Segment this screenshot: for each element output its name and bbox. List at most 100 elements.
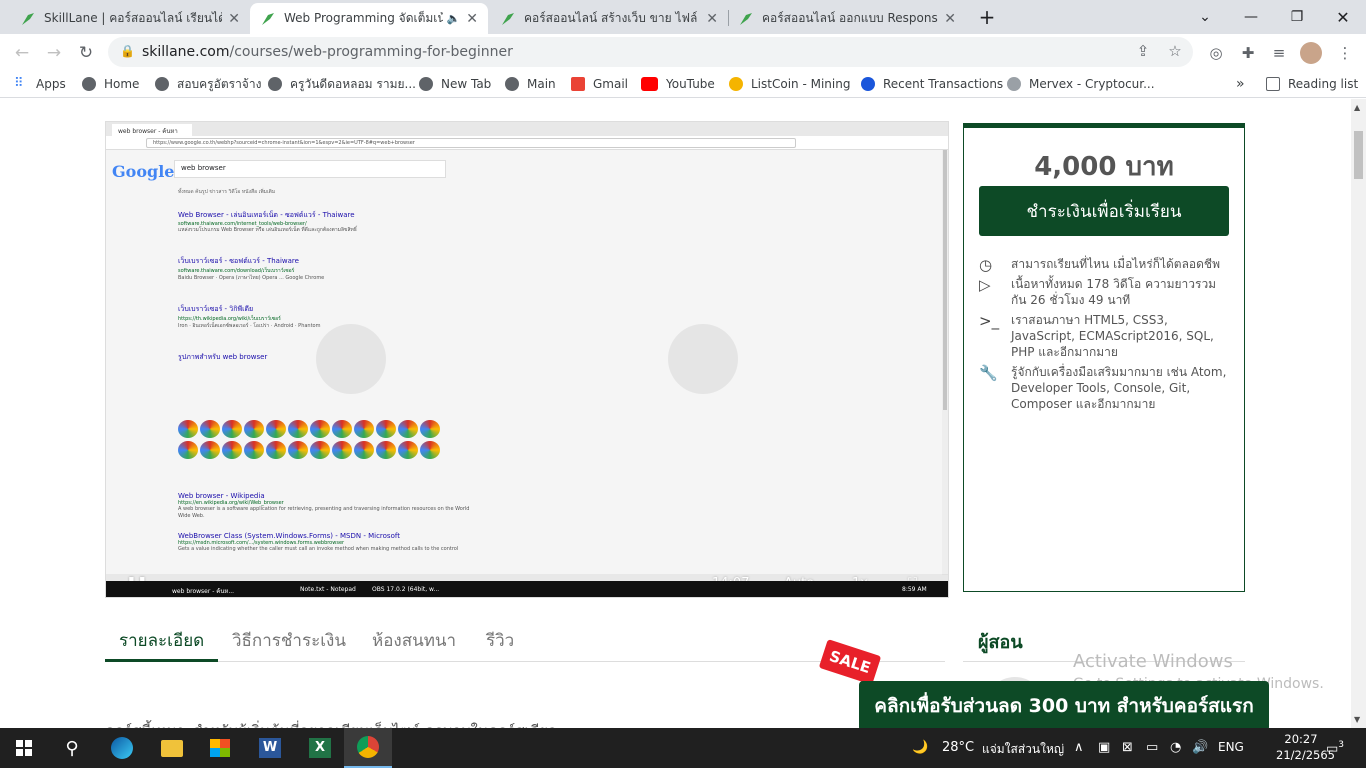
tab-close-icon[interactable]: ✕ [944,11,956,27]
excel-icon[interactable]: X [296,728,344,768]
video-inner-url: https://www.google.co.th/webhp?sourceid=… [146,138,796,148]
tab-title: SkillLane | คอร์สออนไลน์ เรียนได้ทุกที่ [44,11,223,25]
youtube-icon [641,77,658,91]
browser-tabstrip: SkillLane | คอร์สออนไลน์ เรียนได้ทุกที่ … [0,0,1366,34]
tray-security-icon[interactable]: ⊠ [1122,740,1133,755]
chrome-taskbar-icon[interactable] [344,728,392,768]
terminal-icon: >_ [979,312,1000,330]
tab-course-responsive[interactable]: คอร์สออนไลน์ ออกแบบ Responsive W ✕ [728,3,966,34]
speaker-icon[interactable]: 🔈 [447,12,461,25]
volume-icon[interactable]: 🔊 [1192,740,1208,755]
tab-title: คอร์สออนไลน์ สร้างเว็บ ขาย ไฟล์ ออนไ [524,11,700,25]
clock-icon: ◷ [979,256,993,274]
start-button[interactable] [0,728,48,768]
minimize-button[interactable]: — [1228,0,1274,34]
bookmark-gmail[interactable]: Gmail [571,75,628,93]
forward-overlay-icon[interactable] [668,324,738,394]
tab-discussion[interactable]: ห้องสนทนา [372,627,456,654]
bookmark-recent-transactions[interactable]: Recent Transactions [861,75,1003,93]
listcoin-icon [729,77,743,91]
scroll-down-icon[interactable]: ▼ [1354,715,1360,724]
promo-discount-button[interactable]: คลิกเพื่อรับส่วนลด 300 บาท สำหรับคอร์สแร… [859,681,1269,728]
browser-logos-images [178,420,444,460]
page-scrollbar[interactable]: ▲ ▼ [1351,99,1366,728]
play-icon: ▷ [979,276,991,294]
wifi-icon[interactable]: ◔ [1170,740,1181,755]
tab-payment-method[interactable]: วิธีการชำระเงิน [232,627,346,654]
reading-list-icon [1266,77,1280,91]
bookmark-home[interactable]: Home [82,75,139,93]
tab-title: คอร์สออนไลน์ ออกแบบ Responsive W [762,11,938,25]
bookmark-youtube[interactable]: YouTube [641,75,715,93]
battery-icon[interactable]: ▭ [1146,740,1158,755]
tab-title: Web Programming จัดเต็มเน้น [284,11,443,25]
bookmark-star-icon[interactable]: ☆ [1164,40,1186,62]
tray-chevron-icon[interactable]: ∧ [1074,740,1084,755]
pay-to-start-button[interactable]: ชำระเงินเพื่อเริ่มเรียน [979,186,1229,236]
globe-icon [505,77,519,91]
scroll-up-icon[interactable]: ▲ [1354,103,1360,112]
active-tab-indicator [105,659,218,662]
close-window-button[interactable]: ✕ [1320,0,1366,34]
skilllane-favicon-icon [262,12,274,25]
feature-item: ◷ สามารถเรียนที่ไหน เมื่อไหร่ก็ได้ตลอดชี… [979,256,1220,274]
new-tab-button[interactable]: + [964,0,1010,34]
bookmark-mervex[interactable]: Mervex - Cryptocur... [1007,75,1155,93]
bookmark-apps[interactable]: ⠿ Apps [14,75,66,93]
search-result: เว็บเบราว์เซอร์ - ซอฟต์แวร์ - Thaiware so… [178,257,325,281]
share-icon[interactable]: ⇪ [1132,40,1154,62]
tab-close-icon[interactable]: ✕ [706,11,718,27]
weather-icon[interactable]: 🌙 [912,740,928,755]
scrollbar-thumb[interactable] [1354,131,1363,179]
weather-temp[interactable]: 28°C [942,740,974,755]
notification-icon[interactable]: ▭3 [1326,740,1344,756]
tab-course-sell-files[interactable]: คอร์สออนไลน์ สร้างเว็บ ขาย ไฟล์ ออนไ ✕ [490,3,728,34]
forward-button[interactable]: → [41,40,67,66]
bookmark-exam[interactable]: สอบครูอัตราจ้าง [155,75,261,93]
reading-list[interactable]: Reading list [1266,75,1358,93]
back-button[interactable]: ← [9,40,35,66]
tab-close-icon[interactable]: ✕ [228,11,240,27]
gmail-icon [571,77,585,91]
tab-web-programming[interactable]: Web Programming จัดเต็มเน้น 🔈 ✕ [250,3,488,34]
google-logo: Google [112,162,175,181]
media-control-icon[interactable]: ≡ [1268,42,1290,64]
search-result: เว็บเบราว์เซอร์ - วิกิพีเดีย https://th.w… [178,305,321,329]
word-icon[interactable]: W [246,728,294,768]
extensions-puzzle-icon[interactable]: ✚ [1237,42,1259,64]
tray-app-icon[interactable]: ▣ [1098,740,1110,755]
weather-text[interactable]: แจ่มใสส่วนใหญ่ [982,740,1064,759]
globe-icon [419,77,433,91]
taskbar-clock[interactable]: 20:27 21/2/2565 [1276,731,1335,763]
skilllane-favicon-icon [740,12,752,25]
profile-avatar[interactable] [1300,42,1322,64]
bookmark-new-tab[interactable]: New Tab [419,75,491,93]
reload-button[interactable]: ↻ [73,40,99,66]
address-bar[interactable]: 🔒 skillane.com/courses/web-programming-f… [108,37,1193,67]
course-page-tabs: รายละเอียด วิธีการชำระเงิน ห้องสนทนา รีว… [105,617,945,662]
bookmark-teacher[interactable]: ครูวันดีดอหลอม รามย... [268,75,416,93]
tab-details[interactable]: รายละเอียด [119,627,204,654]
google-search-box: web browser [174,160,446,178]
tab-skilllane[interactable]: SkillLane | คอร์สออนไลน์ เรียนได้ทุกที่ … [10,3,250,34]
edge-icon[interactable] [98,728,146,768]
mervex-icon [1007,77,1021,91]
tab-reviews[interactable]: รีวิว [486,627,514,654]
bookmarks-overflow-chevron-icon[interactable]: » [1236,75,1245,93]
input-language[interactable]: ENG [1218,740,1244,754]
rewind-overlay-icon[interactable] [316,324,386,394]
restore-button[interactable]: ❐ [1274,0,1320,34]
file-explorer-icon[interactable] [148,728,196,768]
bookmark-listcoin[interactable]: ListCoin - Mining [729,75,850,93]
menu-kebab-icon[interactable]: ⋮ [1334,42,1356,64]
extension-circle-icon[interactable]: ◎ [1205,42,1227,64]
skilllane-favicon-icon [22,12,34,25]
bookmark-main[interactable]: Main [505,75,556,93]
tab-close-icon[interactable]: ✕ [466,11,478,27]
windows-taskbar: ⚲ W X 🌙 28°C แจ่มใสส่วนใหญ่ ∧ ▣ ⊠ ▭ ◔ 🔊 … [0,728,1366,768]
search-icon[interactable]: ⚲ [48,728,96,768]
store-icon[interactable] [196,728,244,768]
course-video-player[interactable]: web browser - ค้นหาใน... https://www.goo… [105,121,949,598]
transactions-icon [861,77,875,91]
tab-search-chevron-icon[interactable]: ⌄ [1182,0,1228,34]
